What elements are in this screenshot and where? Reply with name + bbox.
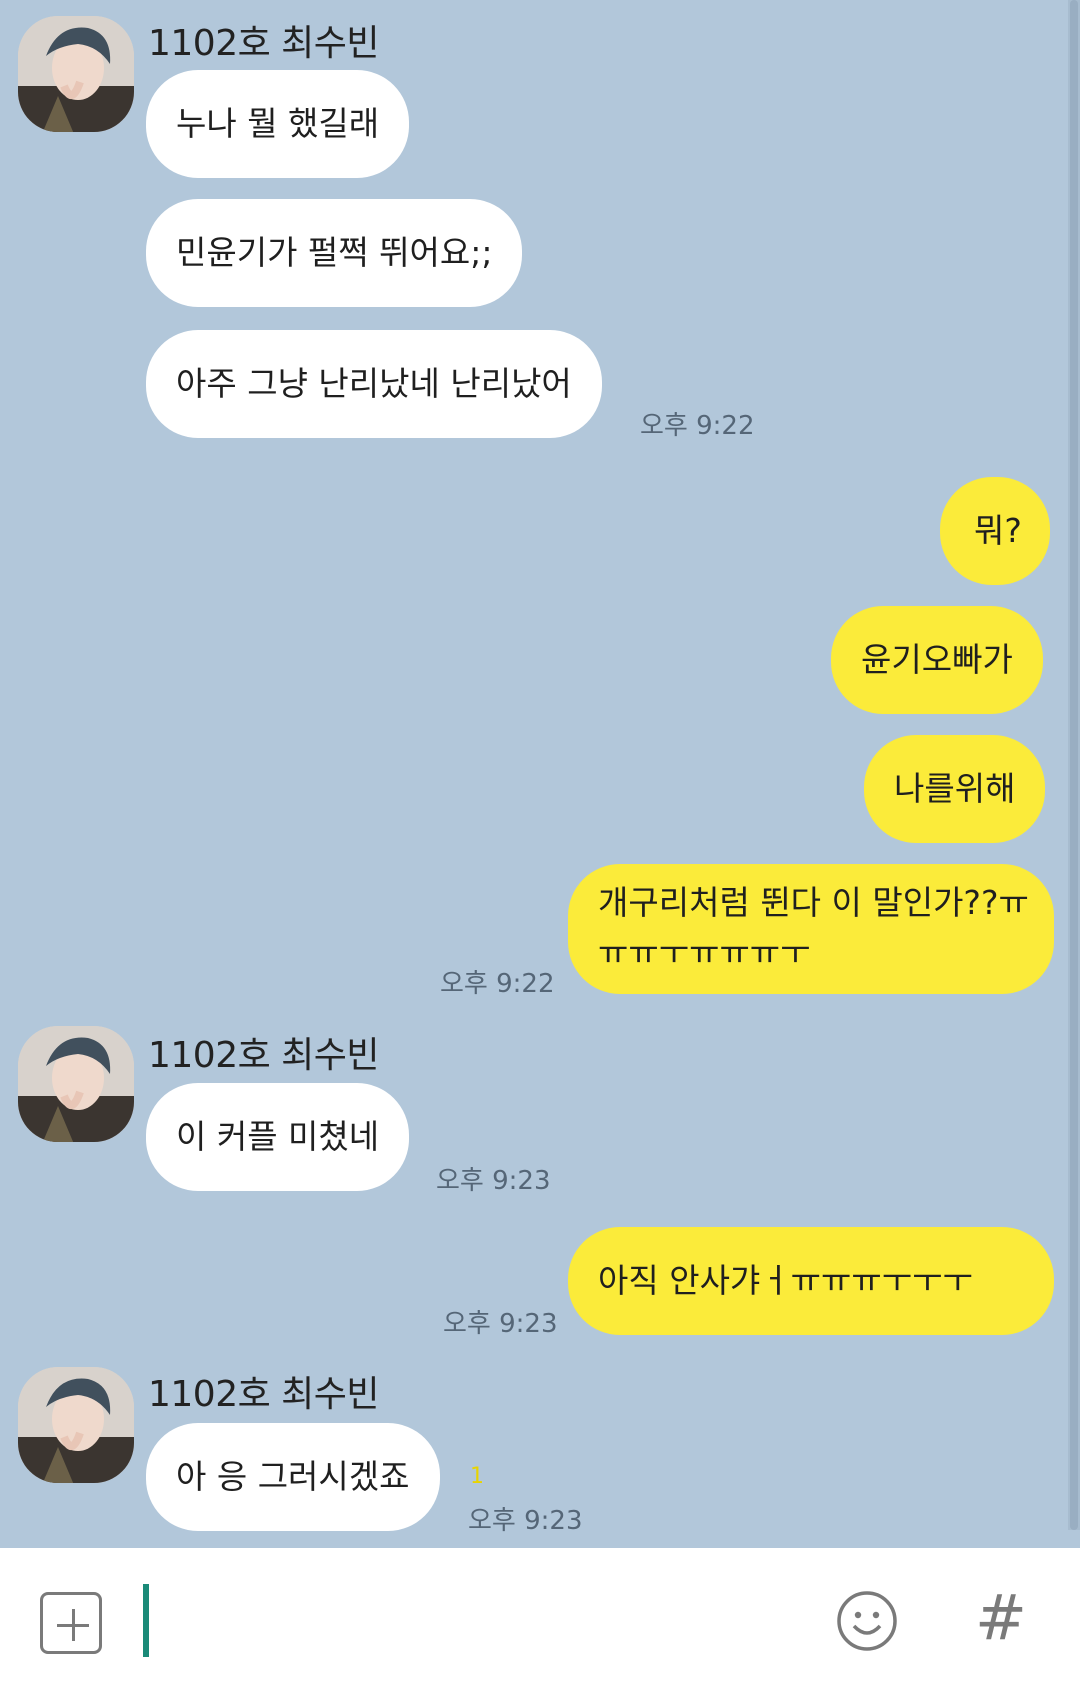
timestamp: 오후 9:23 [468,1506,583,1536]
message-input-bar: # [0,1548,1080,1691]
timestamp: 오후 9:22 [640,411,755,441]
unread-count: 1 [470,1464,484,1489]
scrollbar-thumb[interactable] [1070,0,1078,1530]
timestamp: 오후 9:23 [443,1309,558,1339]
sender-name: 1102호 최수빈 [148,1374,380,1415]
plus-icon[interactable] [40,1592,102,1654]
text-cursor [143,1584,149,1657]
avatar[interactable] [18,16,134,132]
chat-area[interactable]: 1102호 최수빈 누나 뭘 했길래 민윤기가 펄쩍 뛰어요;; 아주 그냥 난… [0,0,1080,1548]
timestamp: 오후 9:22 [440,969,555,999]
message-bubble-outgoing[interactable]: 개구리처럼 뛴다 이 말인가??ㅠㅠㅠㅜㅠㅠㅠㅜ [568,864,1054,994]
message-bubble-outgoing[interactable]: 아직 안사갸ㅓㅠㅠㅠㅜㅜㅜ [568,1227,1054,1335]
sender-name: 1102호 최수빈 [148,1035,380,1076]
avatar[interactable] [18,1026,134,1142]
timestamp: 오후 9:23 [436,1166,551,1196]
message-bubble-incoming[interactable]: 아 응 그러시겠죠 [146,1423,440,1531]
message-bubble-outgoing[interactable]: 나를위해 [864,735,1046,843]
message-bubble-incoming[interactable]: 아주 그냥 난리났네 난리났어 [146,330,602,438]
message-bubble-incoming[interactable]: 누나 뭘 했길래 [146,70,410,178]
message-bubble-outgoing[interactable]: 윤기오빠가 [831,606,1043,714]
avatar-photo-icon [18,1367,134,1483]
message-bubble-incoming[interactable]: 민윤기가 펄쩍 뛰어요;; [146,199,523,307]
message-bubble-incoming[interactable]: 이 커플 미쳤네 [146,1083,410,1191]
scrollbar[interactable] [1068,0,1080,1530]
avatar-photo-icon [18,1026,134,1142]
avatar-photo-icon [18,16,134,132]
emoji-icon[interactable] [836,1590,898,1652]
message-input[interactable] [160,1584,804,1659]
message-bubble-outgoing[interactable]: 뭐? [940,477,1050,585]
sender-name: 1102호 최수빈 [148,23,380,64]
hash-icon[interactable]: # [975,1578,1027,1658]
avatar[interactable] [18,1367,134,1483]
